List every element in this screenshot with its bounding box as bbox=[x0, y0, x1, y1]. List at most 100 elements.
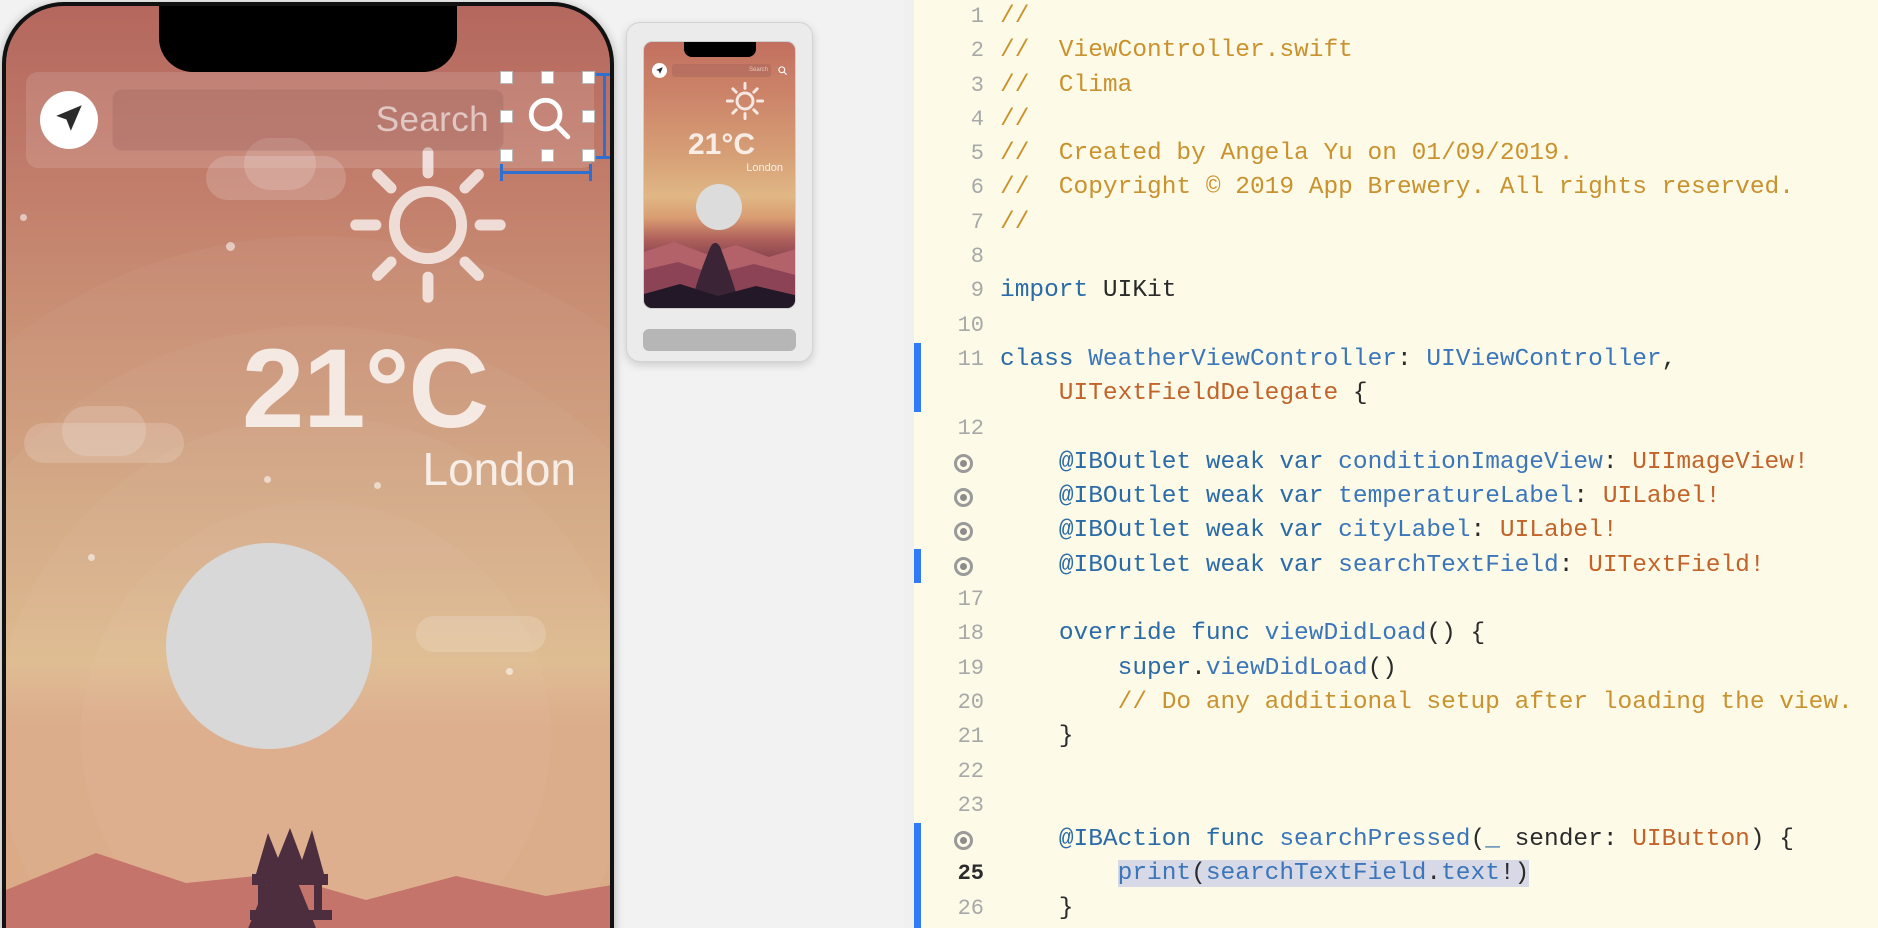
line-number: 10 bbox=[957, 312, 984, 338]
code-text: // bbox=[1000, 3, 1030, 30]
resize-handle-top-center[interactable] bbox=[541, 71, 554, 84]
code-line[interactable]: 9 import UIKit bbox=[920, 274, 1878, 308]
code-line[interactable]: @IBOutlet weak var cityLabel: UILabel! bbox=[920, 514, 1878, 548]
code-line[interactable]: 17 bbox=[920, 583, 1878, 617]
line-number: 19 bbox=[957, 655, 984, 681]
mini-landscape bbox=[644, 242, 795, 308]
code-text: UITextFieldDelegate { bbox=[1000, 380, 1368, 408]
star-dot bbox=[374, 482, 381, 489]
mini-city-label: London bbox=[746, 162, 783, 174]
device-preview-home-indicator bbox=[643, 329, 796, 351]
line-number: 23 bbox=[957, 792, 984, 818]
magnifying-glass-icon bbox=[776, 65, 789, 76]
code-line[interactable]: 3 // Clima bbox=[920, 69, 1878, 103]
code-text: @IBOutlet weak var temperatureLabel: UIL… bbox=[1058, 483, 1721, 511]
resize-handle-top-left[interactable] bbox=[500, 71, 513, 84]
mini-phone-screen: Search 21°C London bbox=[643, 41, 796, 309]
code-text: @IBAction func searchPressed(_ sender: U… bbox=[1058, 826, 1794, 854]
mini-search-field: Search bbox=[672, 63, 771, 77]
line-number: 4 bbox=[970, 106, 984, 132]
line-number: 9 bbox=[970, 278, 984, 304]
line-number: 7 bbox=[970, 209, 984, 235]
search-button[interactable] bbox=[500, 71, 610, 181]
change-bar bbox=[914, 548, 921, 584]
code-line[interactable]: 10 bbox=[920, 309, 1878, 343]
code-line[interactable]: 22 bbox=[920, 755, 1878, 789]
magnifying-glass-icon bbox=[522, 91, 576, 150]
line-number: 2 bbox=[970, 38, 984, 64]
constraint-cap-bottom bbox=[596, 156, 610, 159]
cloud-shape bbox=[416, 616, 546, 652]
code-line[interactable]: 5 // Created by Angela Yu on 01/09/2019. bbox=[920, 137, 1878, 171]
code-line[interactable]: 8 bbox=[920, 240, 1878, 274]
code-line[interactable]: UITextFieldDelegate { bbox=[914, 377, 1878, 412]
search-text-field[interactable]: Search bbox=[112, 89, 504, 151]
line-number: 20 bbox=[957, 689, 984, 715]
code-text: @IBOutlet weak var cityLabel: UILabel! bbox=[1058, 517, 1618, 545]
code-line[interactable]: 23 bbox=[920, 789, 1878, 823]
code-line[interactable]: 25 print(searchTextField.text!) bbox=[914, 857, 1878, 892]
device-preview-panel[interactable]: Search 21°C London bbox=[626, 22, 813, 362]
line-number: 17 bbox=[957, 587, 984, 613]
ib-connection-marker[interactable] bbox=[954, 831, 973, 851]
ib-connection-marker[interactable] bbox=[954, 522, 973, 542]
code-line[interactable]: @IBAction func searchPressed(_ sender: U… bbox=[914, 823, 1878, 858]
resize-handle-bottom-right[interactable] bbox=[582, 149, 595, 162]
resize-handle-bottom-left[interactable] bbox=[500, 149, 513, 162]
code-line[interactable]: 7 // bbox=[920, 206, 1878, 240]
code-line[interactable]: 4 // bbox=[920, 103, 1878, 137]
editor-left-margin bbox=[904, 0, 914, 928]
mini-sun-max-icon bbox=[724, 80, 766, 122]
ib-connection-marker[interactable] bbox=[954, 453, 973, 473]
phone-screen: Search 21°C London bbox=[6, 6, 610, 928]
code-line[interactable]: 2 // ViewController.swift bbox=[920, 34, 1878, 68]
code-text: } bbox=[1000, 723, 1074, 751]
code-text: // Do any additional setup after loading… bbox=[1000, 688, 1853, 716]
code-text: // Created by Angela Yu on 01/09/2019. bbox=[1000, 140, 1574, 168]
resize-handle-top-right[interactable] bbox=[582, 71, 595, 84]
code-line[interactable]: 12 bbox=[920, 412, 1878, 446]
code-line[interactable]: 18 override func viewDidLoad() { bbox=[920, 617, 1878, 651]
phone-notch bbox=[159, 6, 457, 72]
code-line[interactable]: @IBOutlet weak var searchTextField: UITe… bbox=[914, 548, 1878, 584]
code-text: import UIKit bbox=[1000, 277, 1177, 305]
ib-connection-marker[interactable] bbox=[954, 556, 973, 576]
code-line[interactable]: 26 } bbox=[914, 891, 1878, 927]
resize-handle-middle-right[interactable] bbox=[582, 110, 595, 123]
navigation-arrow-icon bbox=[52, 101, 86, 140]
resize-handle-bottom-center[interactable] bbox=[541, 149, 554, 162]
change-bar bbox=[914, 377, 921, 412]
line-number: 11 bbox=[957, 346, 984, 372]
code-line[interactable]: @IBOutlet weak var conditionImageView: U… bbox=[920, 446, 1878, 480]
mini-search-bar: Search bbox=[652, 62, 789, 78]
search-bar[interactable]: Search bbox=[26, 71, 610, 181]
search-placeholder: Search bbox=[375, 100, 489, 139]
code-text: print(searchTextField.text!) bbox=[1117, 860, 1530, 888]
code-text: // bbox=[1000, 208, 1030, 236]
ib-connection-marker[interactable] bbox=[954, 488, 973, 508]
cloud-shape bbox=[62, 406, 146, 456]
interface-builder-canvas[interactable]: Search 21°C London Search 21°C London bbox=[0, 0, 904, 928]
code-text: } bbox=[1000, 894, 1074, 922]
code-line[interactable]: 19 super.viewDidLoad() bbox=[920, 652, 1878, 686]
location-button[interactable] bbox=[40, 91, 98, 149]
code-text: // Clima bbox=[1000, 71, 1133, 99]
code-line[interactable]: @IBOutlet weak var temperatureLabel: UIL… bbox=[920, 480, 1878, 514]
code-text: @IBOutlet weak var searchTextField: UITe… bbox=[1058, 551, 1765, 579]
code-line[interactable]: 1 // bbox=[920, 0, 1878, 34]
code-line[interactable]: 21 } bbox=[920, 720, 1878, 754]
xcode-window: Search 21°C London Search 21°C London 1 … bbox=[0, 0, 1878, 928]
line-number: 12 bbox=[957, 415, 984, 441]
line-number: 22 bbox=[957, 758, 984, 784]
mini-temperature-label: 21°C bbox=[688, 128, 756, 161]
code-line[interactable]: 20 // Do any additional setup after load… bbox=[920, 686, 1878, 720]
code-text: super.viewDidLoad() bbox=[1117, 654, 1397, 682]
code-line[interactable]: 11 class WeatherViewController: UIViewCon… bbox=[914, 342, 1878, 378]
line-number: 1 bbox=[970, 4, 984, 29]
code-lines-container[interactable]: 1 // 2 // ViewController.swift 3 // Clima 4 // 5… bbox=[914, 0, 1878, 928]
source-editor[interactable]: 1 // 2 // ViewController.swift 3 // Clima 4 // 5… bbox=[904, 0, 1878, 928]
mini-search-placeholder: Search bbox=[748, 67, 768, 73]
star-dot bbox=[20, 214, 27, 221]
storyboard-phone-scene[interactable]: Search 21°C London bbox=[2, 2, 614, 928]
code-line[interactable]: 6 // Copyright © 2019 App Brewery. All ri… bbox=[920, 171, 1878, 205]
